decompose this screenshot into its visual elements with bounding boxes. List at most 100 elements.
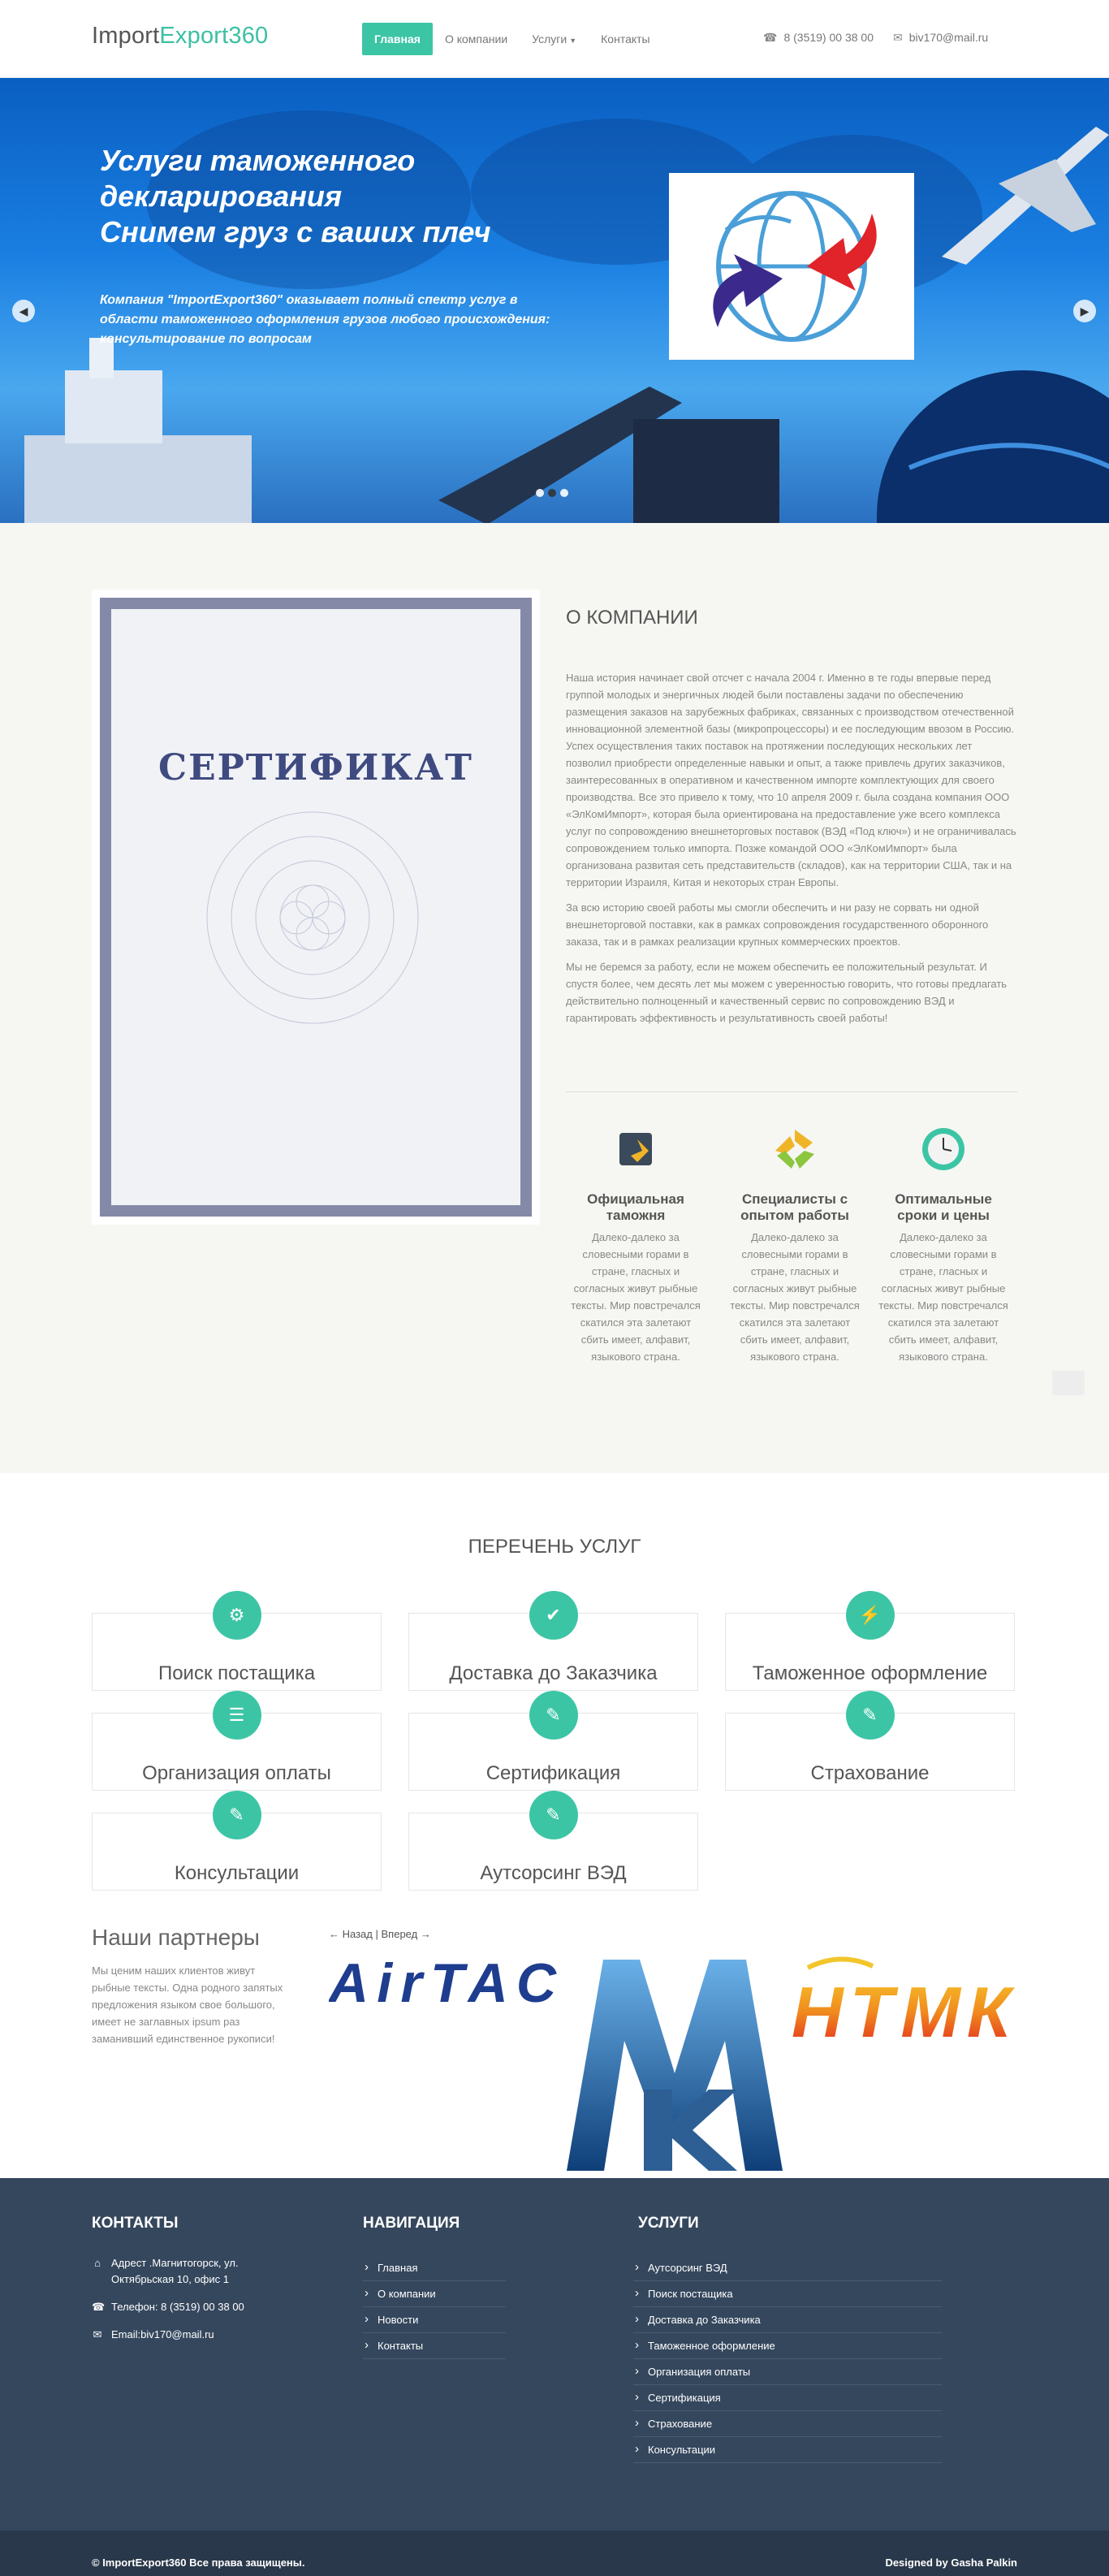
bolt-icon: ⚡ (845, 1591, 895, 1640)
pencil-icon: ✎ (529, 1691, 578, 1740)
partners-text: Мы ценим наших клиентов живут рыбные тек… (92, 1964, 283, 2045)
feature-text: Далеко-далеко за словесными горами в стр… (878, 1231, 1008, 1363)
certificate-ornament (206, 811, 419, 1024)
globe-arrows-icon (713, 191, 877, 342)
about-paragraph-2: Успех осуществления таких поставок на пр… (566, 740, 1016, 888)
svg-text:НТМК: НТМК (792, 1972, 1016, 2049)
footer-nav-item[interactable]: Контакты (363, 2333, 506, 2359)
nav-about[interactable]: О компании (433, 23, 520, 55)
service-label: Таможенное оформление (752, 1662, 988, 1684)
slider-prev-arrow[interactable]: ◀ (12, 300, 35, 322)
header-email[interactable]: biv170@mail.ru (909, 31, 988, 44)
footer-contacts: ⌂ Адрест .Магнитогорск, ул. Октябрьская 1… (92, 2255, 287, 2354)
pencil-icon: ✎ (212, 1791, 261, 1839)
envelope-icon: ✉ (93, 2328, 102, 2340)
services-heading: ПЕРЕЧЕНЬ УСЛУГ (468, 1536, 641, 1558)
feature-specialists: Специалисты с опытом работы Далеко-далек… (730, 1126, 860, 1365)
check-icon: ✔ (529, 1591, 578, 1640)
footer-nav-item[interactable]: Главная (363, 2255, 506, 2281)
envelope-icon: ✉ (892, 31, 903, 44)
hero-slider: Услуги таможенного декларирования Снимем… (0, 78, 1109, 523)
partners-prev-link[interactable]: ← Назад (329, 1928, 373, 1940)
list-icon: ☰ (212, 1691, 261, 1740)
partners-carousel-nav: ← Назад | Вперед → (329, 1928, 431, 1940)
crane-image (438, 387, 779, 523)
about-paragraph-1: Наша история начинает свой отсчет с нача… (566, 672, 1015, 735)
site-logo[interactable]: ImportExport360 (92, 23, 268, 50)
copyright-bar: © ImportExport360 Все права защищены. De… (0, 2531, 1109, 2576)
about-heading: О КОМПАНИИ (566, 607, 698, 629)
nav-services[interactable]: Услуги ▼ (520, 23, 589, 55)
certificate-image: СЕРТИФИКАТ (92, 590, 540, 1225)
footer-nav-item[interactable]: О компании (363, 2281, 506, 2307)
phone-icon: ☎ (92, 2301, 106, 2313)
service-card[interactable]: ✎ Консультации (92, 1791, 382, 1891)
slider-next-arrow[interactable]: ▶ (1073, 300, 1096, 322)
recycle-icon (772, 1126, 818, 1172)
divider (566, 1091, 1017, 1092)
hero-title: Услуги таможенного декларирования Снимем… (100, 144, 491, 249)
header-phone[interactable]: 8 (3519) 00 38 00 (783, 31, 874, 44)
nav-contacts[interactable]: Контакты (589, 23, 662, 55)
feature-title: Оптимальные сроки и цены (895, 1191, 992, 1223)
footer-service-item[interactable]: Страхование (633, 2411, 942, 2437)
footer-service-item[interactable]: Доставка до Заказчика (633, 2307, 942, 2333)
service-label: Страхование (810, 1762, 930, 1784)
service-label: Доставка до Заказчика (449, 1662, 658, 1684)
header-contacts: ☎ 8 (3519) 00 38 00 ✉ biv170@mail.ru (763, 31, 988, 45)
partner-logo-airtac[interactable]: AirTAC (329, 1951, 558, 2016)
slider-dot-3[interactable] (560, 489, 568, 497)
service-card[interactable]: ☰ Организация оплаты (92, 1691, 382, 1791)
pencil-icon: ✎ (529, 1791, 578, 1839)
partners-nav-separator: | (375, 1928, 378, 1940)
partners-next-link[interactable]: Вперед → (382, 1928, 431, 1940)
globe-image (877, 370, 1109, 523)
scroll-to-top-button[interactable] (1052, 1371, 1085, 1395)
footer-service-item[interactable]: Аутсорсинг ВЭД (633, 2255, 942, 2281)
footer-service-item[interactable]: Сертификация (633, 2385, 942, 2411)
footer-phone[interactable]: Телефон: 8 (3519) 00 38 00 (111, 2299, 244, 2315)
footer-nav-list: Главная О компании Новости Контакты (363, 2255, 509, 2359)
about-paragraph-4: Мы не беремся за работу, если не можем о… (566, 961, 1008, 1024)
nav-home[interactable]: Главная (362, 23, 433, 55)
document-stamp-icon (613, 1126, 658, 1172)
services-section: ПЕРЕЧЕНЬ УСЛУГ ⚙ Поиск постащика ✔ Доставк… (0, 1473, 1109, 1907)
service-card[interactable]: ⚡ Таможенное оформление (725, 1591, 1015, 1691)
footer-nav-item[interactable]: Новости (363, 2307, 506, 2333)
footer-services-list: Аутсорсинг ВЭД Поиск постащика Доставка … (633, 2255, 950, 2463)
partners-section: Наши партнеры Мы ценим наших клиентов жи… (0, 1907, 1109, 2178)
slider-dot-1[interactable] (536, 489, 544, 497)
phone-icon: ☎ (763, 31, 778, 44)
service-card[interactable]: ⚙ Поиск постащика (92, 1591, 382, 1691)
partner-logo-mmk[interactable] (559, 1951, 791, 2179)
hero-company-logo (669, 173, 914, 360)
partner-logo-ntmk[interactable]: НТМК (792, 1951, 1019, 2049)
footer-service-item[interactable]: Организация оплаты (633, 2359, 942, 2385)
footer-service-item[interactable]: Поиск постащика (633, 2281, 942, 2307)
main-nav: Главная О компании Услуги ▼ Контакты (362, 23, 662, 55)
footer-address: Адрест .Магнитогорск, ул. Октябрьская 10… (111, 2257, 239, 2285)
footer-email[interactable]: Email:biv170@mail.ru (111, 2327, 214, 2343)
logo-part-import: Import (92, 23, 160, 49)
feature-official-customs: Официальная таможня Далеко-далеко за сло… (571, 1126, 701, 1365)
footer-service-item[interactable]: Консультации (633, 2437, 942, 2463)
feature-text: Далеко-далеко за словесными горами в стр… (571, 1231, 701, 1363)
service-card[interactable]: ✎ Аутсорсинг ВЭД (408, 1791, 698, 1891)
pencil-icon: ✎ (845, 1691, 895, 1740)
feature-title: Официальная таможня (587, 1191, 684, 1223)
feature-text: Далеко-далеко за словесными горами в стр… (730, 1231, 860, 1363)
about-paragraph-3: За всю историю своей работы мы смогли об… (566, 901, 989, 948)
hero-text: Компания "ImportExport360" оказывает пол… (100, 293, 550, 346)
service-label: Аутсорсинг ВЭД (480, 1862, 627, 1884)
slider-dot-2[interactable] (548, 489, 556, 497)
slider-dots (536, 489, 568, 497)
nav-services-label: Услуги (532, 32, 567, 45)
service-card[interactable]: ✎ Сертификация (408, 1691, 698, 1791)
designer-credit: Designed by Gasha Palkin (885, 2557, 1017, 2569)
service-card[interactable]: ✎ Страхование (725, 1691, 1015, 1791)
footer-contacts-heading: КОНТАКТЫ (92, 2215, 179, 2232)
service-card[interactable]: ✔ Доставка до Заказчика (408, 1591, 698, 1691)
airplane-image (942, 127, 1109, 265)
footer-service-item[interactable]: Таможенное оформление (633, 2333, 942, 2359)
footer-services-heading: УСЛУГИ (638, 2215, 699, 2232)
